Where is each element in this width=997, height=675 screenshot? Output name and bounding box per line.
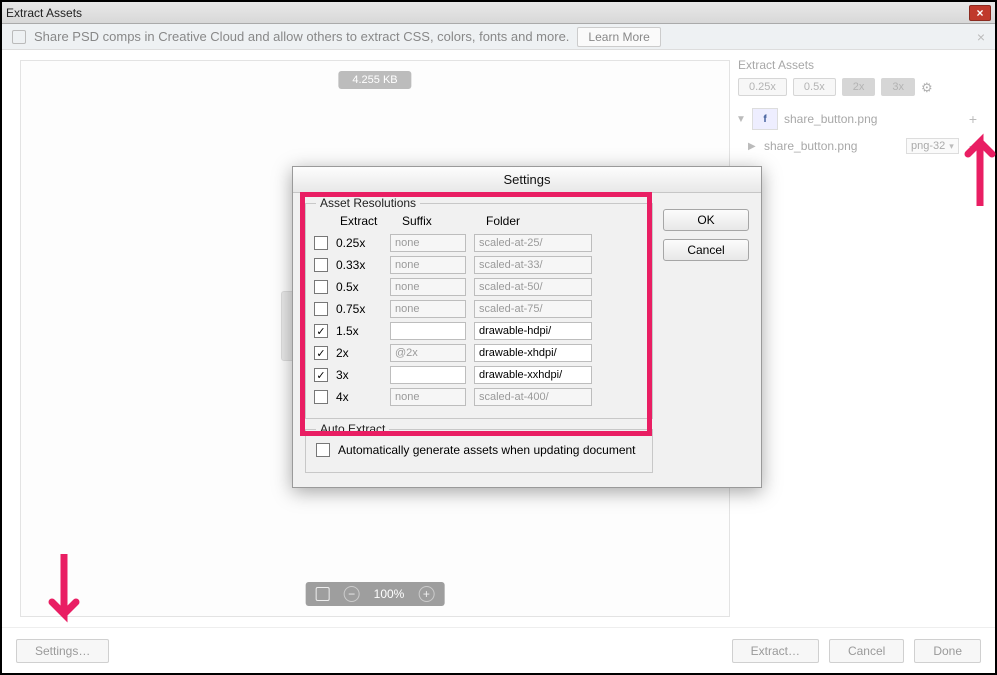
resolution-row: 4x	[314, 386, 644, 408]
ok-button[interactable]: OK	[663, 209, 749, 231]
suffix-input[interactable]	[390, 366, 466, 384]
disclosure-down-icon[interactable]: ▼	[736, 114, 746, 125]
asset-name: share_button.png	[784, 112, 963, 126]
resolution-checkbox[interactable]	[314, 368, 328, 382]
promo-dismiss-icon[interactable]: ×	[977, 29, 985, 45]
bottom-toolbar: Settings… Extract… Cancel Done	[2, 627, 995, 673]
scale-button-row: 0.25x 0.5x 2x 3x ⚙	[734, 78, 979, 96]
zoom-value: 100%	[374, 587, 405, 601]
resolution-row: 3x	[314, 364, 644, 386]
settings-button[interactable]: Settings…	[16, 639, 109, 663]
resolution-scale-label: 3x	[336, 368, 382, 382]
folder-input[interactable]	[474, 278, 592, 296]
folder-input[interactable]	[474, 234, 592, 252]
resolution-checkbox[interactable]	[314, 258, 328, 272]
promo-text: Share PSD comps in Creative Cloud and al…	[34, 29, 569, 44]
add-asset-icon[interactable]: +	[969, 111, 977, 127]
zoom-out-button[interactable]: −	[344, 586, 360, 602]
resolution-scale-label: 0.25x	[336, 236, 382, 250]
scale-3x[interactable]: 3x	[881, 78, 915, 96]
folder-input[interactable]	[474, 256, 592, 274]
suffix-input[interactable]	[390, 234, 466, 252]
side-panel-header: Extract Assets	[734, 58, 979, 72]
resolution-checkbox[interactable]	[314, 302, 328, 316]
group-legend: Asset Resolutions	[316, 196, 420, 210]
folder-input[interactable]	[474, 366, 592, 384]
suffix-input[interactable]	[390, 322, 466, 340]
resolution-checkbox[interactable]	[314, 390, 328, 404]
column-headers: Extract Suffix Folder	[314, 212, 644, 232]
resolution-scale-label: 2x	[336, 346, 382, 360]
resolution-row: 1.5x	[314, 320, 644, 342]
auto-extract-group: Auto Extract Automatically generate asse…	[305, 429, 653, 473]
hdr-extract: Extract	[340, 214, 402, 228]
disclosure-right-icon[interactable]: ▶	[748, 141, 758, 152]
asset-thumb-facebook-icon: f	[752, 108, 778, 130]
folder-input[interactable]	[474, 300, 592, 318]
resolution-row: 0.75x	[314, 298, 644, 320]
extract-button[interactable]: Extract…	[732, 639, 819, 663]
dialog-cancel-button[interactable]: Cancel	[663, 239, 749, 261]
dialog-title: Settings	[293, 167, 761, 193]
scale-025x[interactable]: 0.25x	[738, 78, 787, 96]
resolution-row: 0.5x	[314, 276, 644, 298]
side-panel: Extract Assets 0.25x 0.5x 2x 3x ⚙ ▼ f sh…	[734, 58, 979, 158]
hdr-suffix: Suffix	[402, 214, 486, 228]
window-close-button[interactable]: ×	[969, 5, 991, 21]
resolution-scale-label: 4x	[336, 390, 382, 404]
zoom-in-button[interactable]: +	[418, 586, 434, 602]
done-button[interactable]: Done	[914, 639, 981, 663]
hdr-folder: Folder	[486, 214, 644, 228]
promo-checkbox[interactable]	[12, 30, 26, 44]
remove-asset-icon[interactable]: −	[969, 138, 977, 154]
group-legend: Auto Extract	[316, 422, 389, 436]
resolution-row: 0.33x	[314, 254, 644, 276]
asset-row-parent[interactable]: ▼ f share_button.png +	[734, 104, 979, 134]
resolution-scale-label: 1.5x	[336, 324, 382, 338]
filesize-chip: 4.255 KB	[338, 71, 411, 89]
resolution-checkbox[interactable]	[314, 280, 328, 294]
learn-more-button[interactable]: Learn More	[577, 27, 660, 47]
resolution-scale-label: 0.33x	[336, 258, 382, 272]
zoom-toolbar: − 100% +	[306, 582, 445, 606]
resolution-row: 0.25x	[314, 232, 644, 254]
resolution-scale-label: 0.5x	[336, 280, 382, 294]
cancel-bottom-button[interactable]: Cancel	[829, 639, 904, 663]
resolution-checkbox[interactable]	[314, 346, 328, 360]
suffix-input[interactable]	[390, 388, 466, 406]
asset-name: share_button.png	[764, 139, 900, 153]
auto-extract-label: Automatically generate assets when updat…	[338, 442, 636, 458]
window-titlebar: Extract Assets ×	[2, 2, 995, 24]
fit-icon[interactable]	[316, 587, 330, 601]
folder-input[interactable]	[474, 322, 592, 340]
folder-input[interactable]	[474, 388, 592, 406]
auto-extract-checkbox[interactable]	[316, 443, 330, 457]
gear-icon[interactable]: ⚙	[921, 80, 935, 94]
scale-05x[interactable]: 0.5x	[793, 78, 836, 96]
resolution-checkbox[interactable]	[314, 236, 328, 250]
folder-input[interactable]	[474, 344, 592, 362]
window-title: Extract Assets	[6, 6, 969, 20]
asset-row-child[interactable]: ▶ share_button.png png-32 −	[734, 134, 979, 158]
resolution-checkbox[interactable]	[314, 324, 328, 338]
suffix-input[interactable]	[390, 256, 466, 274]
settings-dialog: Settings Asset Resolutions Extract Suffi…	[292, 166, 762, 488]
asset-resolutions-group: Asset Resolutions Extract Suffix Folder …	[305, 203, 653, 419]
resolution-row: 2x	[314, 342, 644, 364]
suffix-input[interactable]	[390, 300, 466, 318]
suffix-input[interactable]	[390, 344, 466, 362]
resolution-scale-label: 0.75x	[336, 302, 382, 316]
scale-2x[interactable]: 2x	[842, 78, 876, 96]
promo-banner: Share PSD comps in Creative Cloud and al…	[2, 24, 995, 50]
suffix-input[interactable]	[390, 278, 466, 296]
format-select[interactable]: png-32	[906, 138, 959, 154]
